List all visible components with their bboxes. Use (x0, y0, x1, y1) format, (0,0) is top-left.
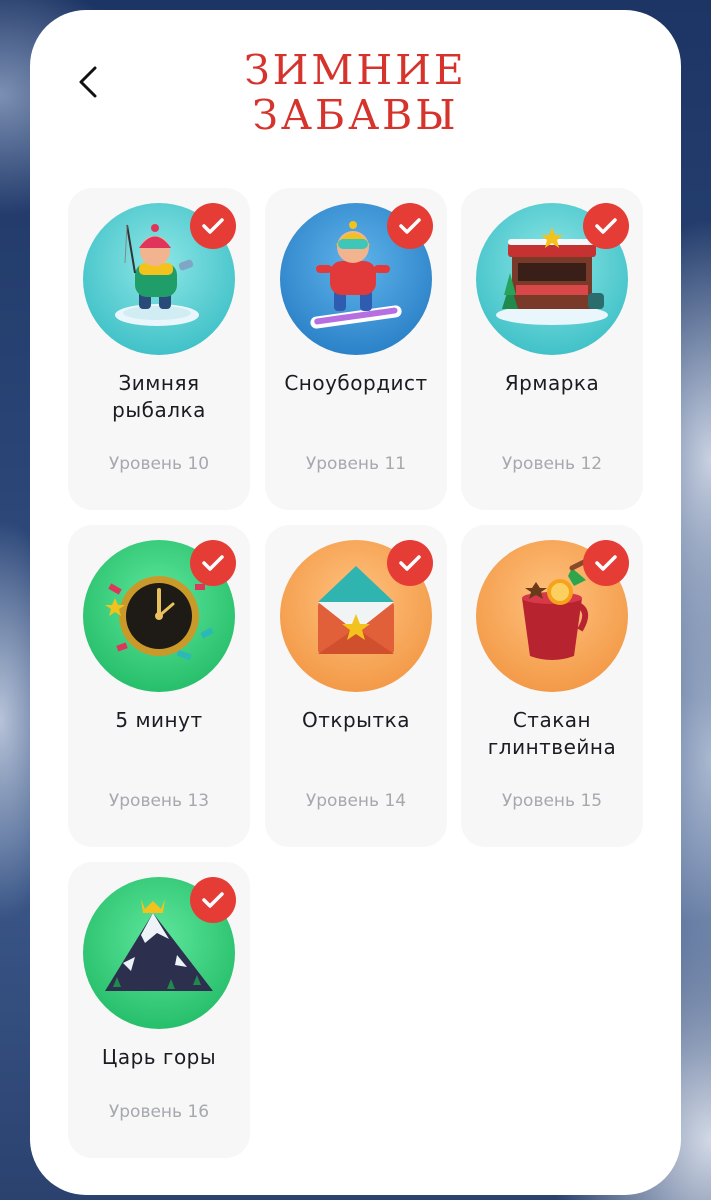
achievement-title: Открытка (302, 708, 410, 732)
achievement-tile-ice-fishing[interactable]: Зимняя рыбалка Уровень 10 (68, 188, 250, 510)
achievement-tile-king-of-the-hill[interactable]: Царь горы Уровень 16 (68, 862, 250, 1158)
achievement-title: Царь горы (101, 1045, 217, 1069)
achievement-tile-mulled-wine[interactable]: Стакан глинтвейна Уровень 15 (461, 525, 643, 847)
completed-check-icon (387, 203, 433, 249)
achievement-tile-fair[interactable]: Ярмарка Уровень 12 (461, 188, 643, 510)
page-title-line1: ЗИМНИЕ (244, 46, 467, 94)
achievement-level: Уровень 12 (501, 454, 603, 474)
achievements-card: ЗИМНИЕ ЗАБАВЫ Зимняя рыбалка Уровень 10 … (30, 10, 681, 1195)
achievement-tile-snowboarder[interactable]: Сноубордист Уровень 11 (265, 188, 447, 510)
achievement-title: Зимняя рыбалка (112, 371, 206, 422)
achievement-level: Уровень 14 (305, 791, 407, 811)
achievement-title: Ярмарка (504, 371, 600, 395)
achievement-level: Уровень 16 (108, 1102, 210, 1122)
page-title: ЗИМНИЕ ЗАБАВЫ (30, 48, 681, 138)
achievement-title: Стакан глинтвейна (487, 708, 617, 759)
completed-check-icon (190, 877, 236, 923)
achievement-level: Уровень 11 (305, 454, 407, 474)
page-title-line2: ЗАБАВЫ (252, 91, 459, 139)
completed-check-icon (190, 203, 236, 249)
completed-check-icon (583, 203, 629, 249)
achievement-tile-5-minutes[interactable]: 5 минут Уровень 13 (68, 525, 250, 847)
achievement-level: Уровень 13 (108, 791, 210, 811)
completed-check-icon (190, 540, 236, 586)
achievement-level: Уровень 10 (108, 454, 210, 474)
achievement-level: Уровень 15 (501, 791, 603, 811)
completed-check-icon (387, 540, 433, 586)
achievement-title: 5 минут (115, 708, 203, 732)
achievement-tile-postcard[interactable]: Открытка Уровень 14 (265, 525, 447, 847)
completed-check-icon (583, 540, 629, 586)
achievement-title: Сноубордист (284, 371, 428, 395)
